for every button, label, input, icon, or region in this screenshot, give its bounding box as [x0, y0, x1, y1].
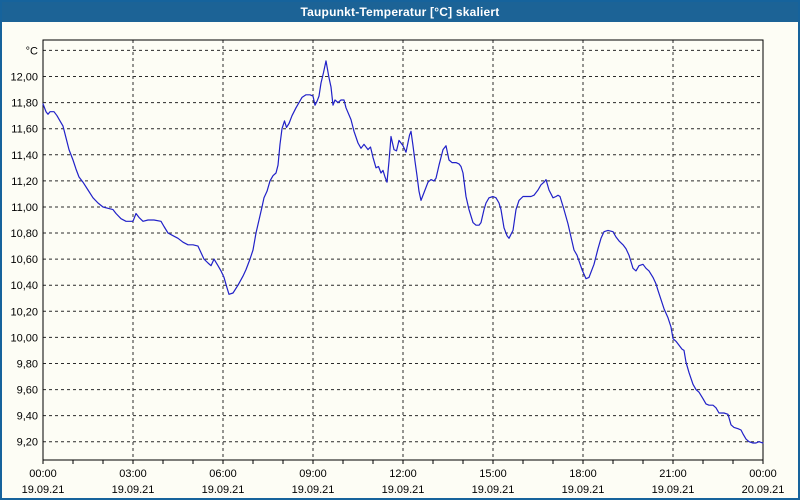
x-tick-date-label: 19.09.21	[652, 484, 695, 496]
x-tick-date-label: 19.09.21	[562, 484, 605, 496]
x-tick-time-label: 00:00	[749, 468, 777, 480]
x-tick-date-label: 19.09.21	[472, 484, 515, 496]
x-tick-date-label: 20.09.21	[742, 484, 785, 496]
x-tick-time-label: 18:00	[569, 468, 597, 480]
x-tick-time-label: 06:00	[209, 468, 237, 480]
y-tick-label: 10,00	[10, 332, 38, 344]
x-tick-date-label: 19.09.21	[292, 484, 335, 496]
window-title: Taupunkt-Temperatur [°C] skaliert	[300, 5, 500, 19]
x-tick-time-label: 09:00	[299, 468, 327, 480]
y-tick-label: 11,20	[11, 176, 38, 188]
x-tick-date-label: 19.09.21	[112, 484, 155, 496]
y-axis-unit-label: °C	[26, 45, 38, 57]
x-tick-time-label: 12:00	[389, 468, 417, 480]
y-tick-label: 10,20	[10, 306, 38, 318]
x-tick-time-label: 03:00	[119, 468, 147, 480]
x-tick-time-label: 00:00	[29, 468, 57, 480]
x-tick-time-label: 21:00	[659, 468, 687, 480]
title-bar: Taupunkt-Temperatur [°C] skaliert	[2, 2, 798, 22]
y-tick-label: 10,60	[10, 254, 38, 266]
x-tick-date-label: 19.09.21	[202, 484, 245, 496]
x-tick-date-label: 19.09.21	[22, 484, 65, 496]
x-tick-time-label: 15:00	[479, 468, 507, 480]
y-tick-label: 9,40	[17, 411, 38, 423]
y-tick-label: 11,80	[11, 98, 38, 110]
y-tick-label: 12,00	[10, 72, 38, 84]
y-tick-label: 11,00	[11, 202, 38, 214]
y-tick-label: 9,80	[17, 358, 38, 370]
y-tick-label: 11,60	[11, 124, 38, 136]
y-tick-label: 10,40	[10, 280, 38, 292]
y-tick-label: 9,20	[17, 437, 38, 449]
chart-canvas: 9,20 9,40 9,60 9,80 10,00 10,20 10,40 10,60 10,8…	[10, 39, 785, 496]
app-window: Taupunkt-Temperatur [°C] skaliert 9,20 9,…	[0, 0, 800, 500]
y-tick-label: 10,80	[10, 228, 38, 240]
y-tick-label: 11,40	[11, 150, 38, 162]
y-tick-label: 9,60	[17, 385, 38, 397]
x-tick-date-label: 19.09.21	[382, 484, 425, 496]
